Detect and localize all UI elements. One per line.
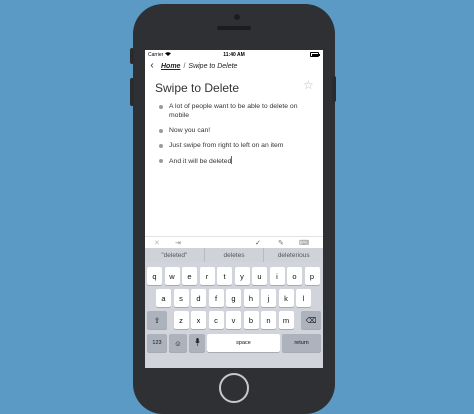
key-o[interactable]: o [287,267,302,285]
earpiece-speaker [217,26,251,30]
suggestion-item[interactable]: "deleted" [145,248,205,262]
breadcrumb-home-link[interactable]: Home [161,63,180,70]
key-t[interactable]: t [217,267,232,285]
shift-icon: ⇧ [153,315,161,325]
key-f[interactable]: f [208,289,224,307]
backspace-key[interactable]: ⌫ [301,311,321,329]
emoji-key[interactable]: ☺ [169,334,187,352]
keyboard-hide-icon[interactable]: ⌨ [299,239,309,247]
mute-switch [130,48,134,64]
status-bar: Carrier 11:40 AM [145,50,323,59]
volume-button [130,78,134,106]
numbers-key[interactable]: 123 [147,334,167,352]
key-k[interactable]: k [278,289,294,307]
list-item[interactable]: A lot of people want to be able to delet… [157,102,317,120]
editor-toolbar: ✕ ⇥ ✓ ✎ ⌨ [145,236,323,248]
key-w[interactable]: w [164,267,180,285]
key-d[interactable]: d [191,289,206,307]
phone-frame: Carrier 11:40 AM ‹ Home / Swipe to Delet… [130,4,336,414]
key-e[interactable]: e [182,267,197,285]
suggestion-item[interactable]: deleterious [264,248,323,262]
edit-icon[interactable]: ✎ [278,239,284,247]
checkmark-icon[interactable]: ✓ [255,239,261,247]
key-v[interactable]: v [226,311,241,329]
key-h[interactable]: h [243,289,259,307]
key-q[interactable]: q [147,267,162,285]
key-y[interactable]: y [234,267,250,285]
power-button [332,76,336,102]
key-s[interactable]: s [173,289,189,307]
list-item-text: And it will be deleted [169,158,232,165]
backspace-icon: ⌫ [305,315,317,325]
key-i[interactable]: i [269,267,285,285]
status-time: 11:40 AM [223,51,245,58]
list-item[interactable]: Just swipe from right to left on an item [157,141,317,150]
key-n[interactable]: n [261,311,276,329]
breadcrumb-separator: / [183,62,186,70]
breadcrumb: ‹ Home / Swipe to Delete [145,59,323,73]
return-key[interactable]: return [282,334,321,352]
key-r[interactable]: r [199,267,215,285]
list-item-text: Just swipe from right to left on an item [169,142,284,149]
breadcrumb-current: Swipe to Delete [188,62,238,70]
list-item-text: A lot of people want to be able to delet… [169,103,298,119]
screen: Carrier 11:40 AM ‹ Home / Swipe to Delet… [145,50,323,368]
emoji-icon: ☺ [174,338,182,348]
microphone-icon [194,338,200,348]
space-key[interactable]: space [207,334,280,352]
key-m[interactable]: m [278,311,294,329]
page-title: Swipe to Delete [155,81,240,95]
key-a[interactable]: a [156,289,171,307]
home-button[interactable] [219,373,249,403]
remove-format-icon[interactable]: ✕ [154,239,160,247]
key-x[interactable]: x [191,311,206,329]
indent-icon[interactable]: ⇥ [175,239,181,247]
key-c[interactable]: c [208,311,224,329]
list-item-text: Now you can! [169,127,211,134]
text-cursor [231,156,232,164]
key-z[interactable]: z [173,311,189,329]
microphone-key[interactable] [189,334,205,352]
key-u[interactable]: u [252,267,267,285]
list-item[interactable]: And it will be deleted [157,156,317,166]
key-l[interactable]: l [296,289,311,307]
shift-key[interactable]: ⇧ [147,311,167,329]
front-camera [234,14,240,20]
list-item[interactable]: Now you can! [157,126,317,135]
key-b[interactable]: b [243,311,259,329]
keyboard: "deleted" deletes deleterious q w e r t … [145,248,323,368]
key-g[interactable]: g [226,289,241,307]
back-chevron-icon[interactable]: ‹ [145,59,159,73]
bullet-list[interactable]: A lot of people want to be able to delet… [157,102,317,172]
star-icon[interactable]: ☆ [303,78,314,92]
key-j[interactable]: j [261,289,276,307]
suggestion-bar: "deleted" deletes deleterious [145,248,323,262]
key-p[interactable]: p [304,267,320,285]
suggestion-item[interactable]: deletes [205,248,265,262]
battery-icon [310,52,320,57]
